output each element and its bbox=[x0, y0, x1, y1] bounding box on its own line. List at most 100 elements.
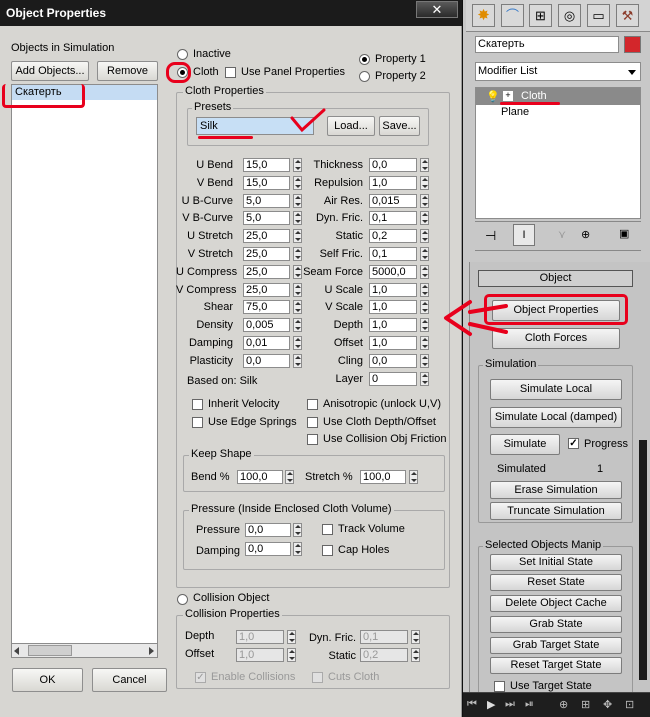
collision-depth-input[interactable]: 1,0 bbox=[236, 630, 284, 644]
close-button[interactable]: ✕ bbox=[416, 1, 458, 18]
param-input[interactable]: 0,01 bbox=[243, 336, 290, 350]
param-spinner[interactable] bbox=[293, 194, 302, 208]
use-target-state-checkbox[interactable] bbox=[494, 681, 505, 692]
param-spinner[interactable] bbox=[420, 300, 429, 314]
pressure-damping-spinner[interactable] bbox=[293, 542, 302, 556]
enable-collisions-checkbox[interactable]: ✓ bbox=[195, 672, 206, 683]
collision-dyn-fric-input[interactable]: 0,1 bbox=[360, 630, 408, 644]
param-input[interactable]: 1,0 bbox=[369, 283, 417, 297]
param-spinner[interactable] bbox=[420, 283, 429, 297]
configure-modifier-sets-icon[interactable]: ▣ bbox=[619, 227, 629, 240]
scroll-left-icon[interactable] bbox=[14, 647, 19, 655]
time-slider-icon[interactable]: ⏮ bbox=[467, 698, 477, 711]
param-input[interactable]: 1,0 bbox=[369, 318, 417, 332]
param-input[interactable]: 25,0 bbox=[243, 283, 290, 297]
progress-checkbox[interactable]: ✓ bbox=[568, 438, 579, 449]
ok-button[interactable]: OK bbox=[12, 668, 83, 692]
param-input[interactable]: 0,015 bbox=[369, 194, 417, 208]
truncate-simulation-button[interactable]: Truncate Simulation bbox=[490, 502, 622, 520]
show-end-result-icon[interactable]: I bbox=[513, 224, 535, 246]
collision-static-spinner[interactable] bbox=[411, 648, 420, 662]
inherit-velocity-checkbox[interactable] bbox=[192, 399, 203, 410]
param-input[interactable]: 5,0 bbox=[243, 194, 290, 208]
simulate-button[interactable]: Simulate bbox=[490, 434, 560, 455]
param-input[interactable]: 0,1 bbox=[369, 211, 417, 225]
param-input[interactable]: 5000,0 bbox=[369, 265, 417, 279]
collision-depth-spinner[interactable] bbox=[287, 630, 296, 644]
use-edge-springs-checkbox[interactable] bbox=[192, 417, 203, 428]
add-objects-button[interactable]: Add Objects... bbox=[11, 61, 89, 81]
scroll-right-icon[interactable] bbox=[149, 647, 154, 655]
param-spinner[interactable] bbox=[293, 300, 302, 314]
param-spinner[interactable] bbox=[420, 372, 429, 386]
param-spinner[interactable] bbox=[420, 247, 429, 261]
param-input[interactable]: 15,0 bbox=[243, 158, 290, 172]
expand-icon[interactable]: + bbox=[503, 91, 513, 101]
make-unique-icon[interactable]: ⋎ bbox=[558, 228, 566, 241]
param-spinner[interactable] bbox=[293, 336, 302, 350]
use-panel-properties-checkbox[interactable] bbox=[225, 67, 236, 78]
param-input[interactable]: 25,0 bbox=[243, 229, 290, 243]
reset-state-button[interactable]: Reset State bbox=[490, 574, 622, 591]
param-spinner[interactable] bbox=[420, 158, 429, 172]
param-input[interactable]: 1,0 bbox=[369, 176, 417, 190]
param-input[interactable]: 1,0 bbox=[369, 300, 417, 314]
param-spinner[interactable] bbox=[420, 176, 429, 190]
pressure-input[interactable]: 0,0 bbox=[245, 523, 291, 537]
object-color-swatch[interactable] bbox=[624, 36, 641, 53]
grab-state-button[interactable]: Grab State bbox=[490, 616, 622, 633]
param-spinner[interactable] bbox=[420, 211, 429, 225]
param-spinner[interactable] bbox=[420, 265, 429, 279]
collision-object-radio[interactable] bbox=[177, 594, 188, 605]
use-collision-friction-checkbox[interactable] bbox=[307, 434, 318, 445]
modify-tab-icon[interactable]: ⌒ bbox=[501, 4, 524, 27]
objects-list[interactable]: Скатерть bbox=[11, 84, 158, 658]
list-scrollbar[interactable] bbox=[11, 643, 158, 658]
save-button[interactable]: Save... bbox=[379, 116, 420, 136]
param-spinner[interactable] bbox=[420, 354, 429, 368]
param-spinner[interactable] bbox=[293, 354, 302, 368]
bend-percent-input[interactable]: 100,0 bbox=[237, 470, 283, 484]
stack-item-plane[interactable]: Plane bbox=[476, 105, 640, 120]
param-spinner[interactable] bbox=[293, 229, 302, 243]
cloth-forces-button[interactable]: Cloth Forces bbox=[492, 328, 620, 349]
set-initial-state-button[interactable]: Set Initial State bbox=[490, 554, 622, 571]
param-input[interactable]: 0,0 bbox=[369, 158, 417, 172]
bend-percent-spinner[interactable] bbox=[285, 470, 294, 484]
param-spinner[interactable] bbox=[420, 229, 429, 243]
param-input[interactable]: 0,1 bbox=[369, 247, 417, 261]
cancel-button[interactable]: Cancel bbox=[92, 668, 167, 692]
param-input[interactable]: 0,0 bbox=[243, 354, 290, 368]
scroll-thumb[interactable] bbox=[28, 645, 72, 656]
end-icon[interactable]: ⏯ bbox=[525, 698, 534, 711]
remove-modifier-icon[interactable]: ⊕ bbox=[581, 228, 590, 241]
collision-dyn-fric-spinner[interactable] bbox=[411, 630, 420, 644]
param-spinner[interactable] bbox=[293, 247, 302, 261]
zoom-all-icon[interactable]: ⊞ bbox=[581, 698, 590, 711]
lightbulb-icon[interactable]: 💡 bbox=[486, 90, 500, 103]
param-spinner[interactable] bbox=[293, 265, 302, 279]
param-spinner[interactable] bbox=[420, 336, 429, 350]
collision-static-input[interactable]: 0,2 bbox=[360, 648, 408, 662]
param-spinner[interactable] bbox=[293, 283, 302, 297]
property1-radio[interactable] bbox=[359, 54, 370, 65]
param-spinner[interactable] bbox=[293, 318, 302, 332]
delete-object-cache-button[interactable]: Delete Object Cache bbox=[490, 595, 622, 612]
param-input[interactable]: 1,0 bbox=[369, 336, 417, 350]
use-cloth-depth-checkbox[interactable] bbox=[307, 417, 318, 428]
pressure-damping-input[interactable]: 0,0 bbox=[245, 542, 291, 556]
stretch-percent-spinner[interactable] bbox=[409, 470, 418, 484]
anisotropic-checkbox[interactable] bbox=[307, 399, 318, 410]
zoom-icon[interactable]: ⊕ bbox=[559, 698, 568, 711]
simulate-local-button[interactable]: Simulate Local bbox=[490, 379, 622, 400]
grab-target-state-button[interactable]: Grab Target State bbox=[490, 637, 622, 654]
pin-stack-icon[interactable]: ⊣ bbox=[485, 228, 496, 244]
utilities-tab-icon[interactable]: ⚒ bbox=[616, 4, 639, 27]
param-input[interactable]: 5,0 bbox=[243, 211, 290, 225]
maximize-icon[interactable]: ⊡ bbox=[625, 698, 634, 711]
object-section-header[interactable]: Object bbox=[478, 270, 633, 287]
cuts-cloth-checkbox[interactable] bbox=[312, 672, 323, 683]
object-name-input[interactable]: Скатерть bbox=[475, 36, 619, 53]
stretch-percent-input[interactable]: 100,0 bbox=[360, 470, 406, 484]
param-spinner[interactable] bbox=[293, 158, 302, 172]
